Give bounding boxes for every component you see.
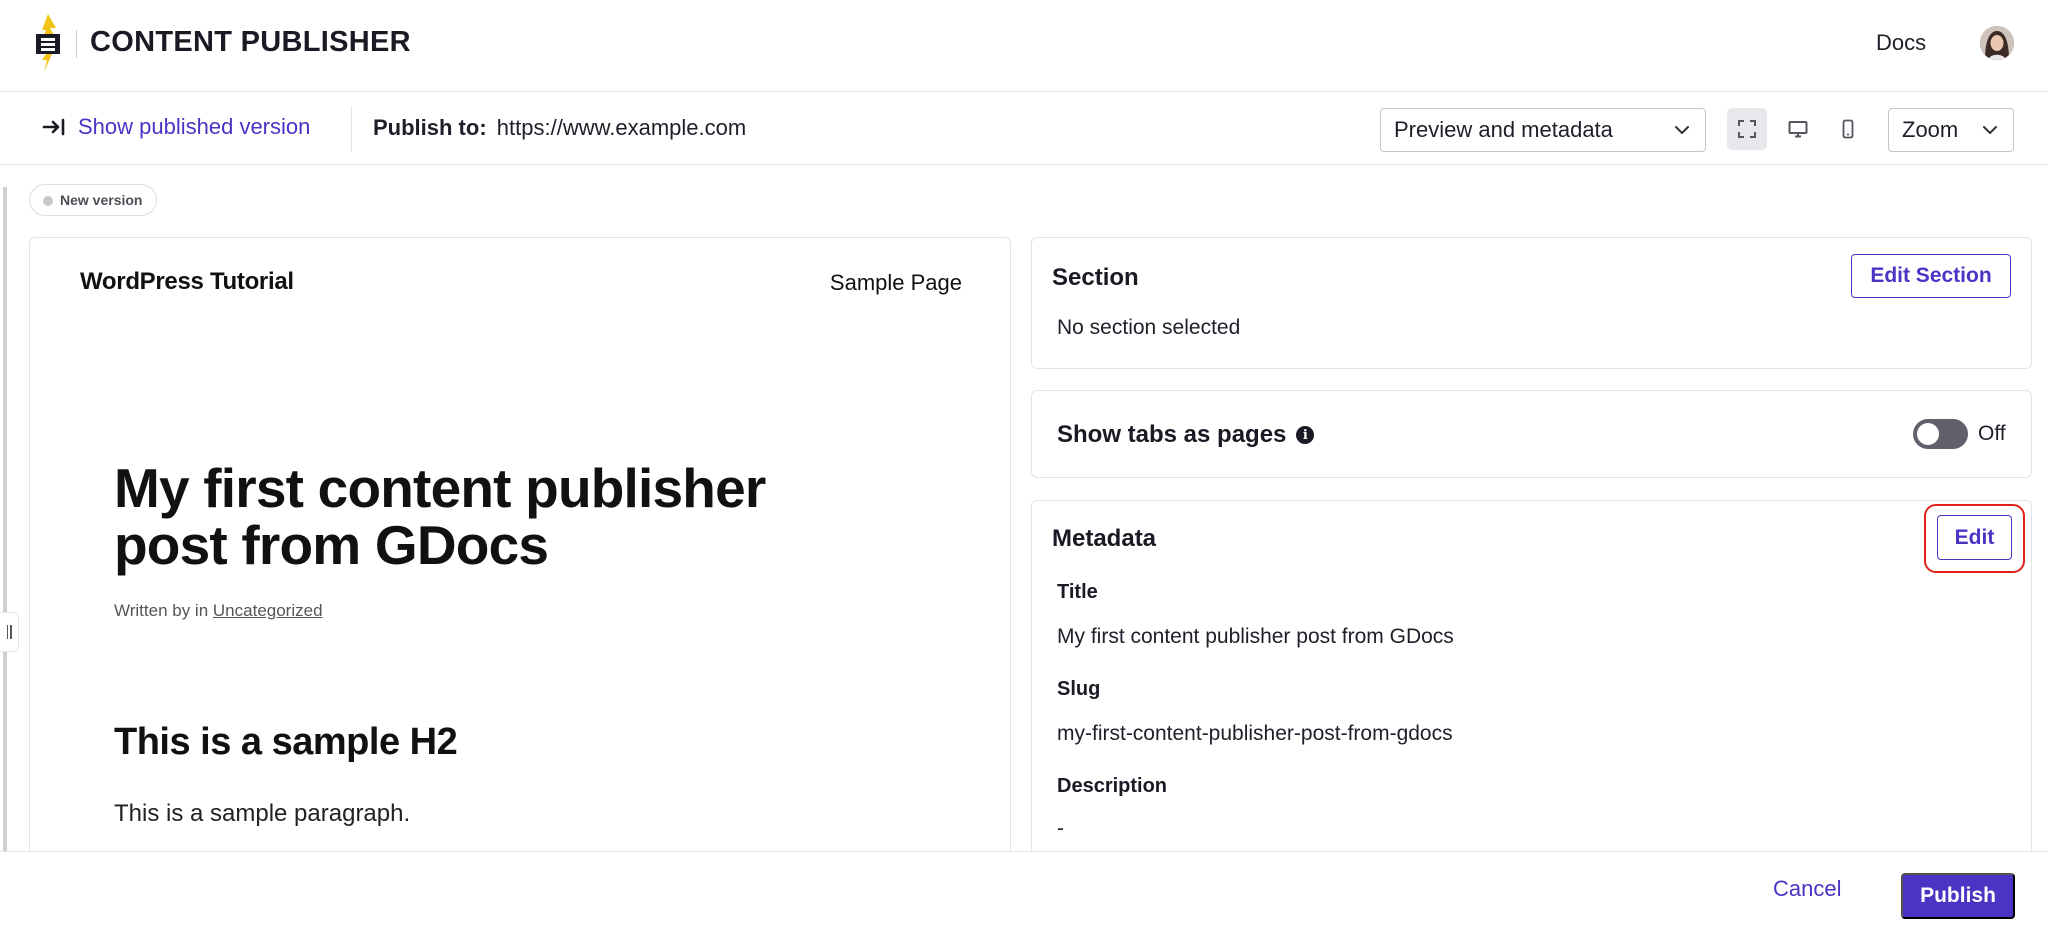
show-published-version-button[interactable]: Show published version <box>42 114 310 140</box>
post-meta-prefix: Written by in <box>114 601 209 620</box>
user-avatar-icon <box>1980 26 2014 60</box>
edit-section-button[interactable]: Edit Section <box>1851 254 2011 298</box>
panel-collapse-handle[interactable] <box>0 612 19 652</box>
edit-metadata-button[interactable]: Edit <box>1937 515 2012 560</box>
tabs-as-pages-toggle[interactable] <box>1913 419 1968 449</box>
action-bar: Cancel Publish <box>0 851 2048 937</box>
tabs-as-pages-text: Show tabs as pages <box>1057 421 1287 448</box>
desktop-icon <box>1788 121 1808 138</box>
publish-to-label: Publish to: <box>373 115 487 140</box>
grip-line <box>10 625 12 639</box>
view-mode-value: Preview and metadata <box>1394 117 1613 142</box>
desktop-view-button[interactable] <box>1778 108 1818 150</box>
chevron-down-icon <box>1983 126 1997 134</box>
avatar[interactable] <box>1980 26 2014 60</box>
toolbar: Show published version Publish to: https… <box>0 93 2048 165</box>
tabs-as-pages-label: Show tabs as pages i <box>1057 421 1315 449</box>
mobile-icon <box>1842 119 1854 139</box>
lightning-logo-icon[interactable] <box>34 14 64 72</box>
publish-to-url: https://www.example.com <box>496 115 747 140</box>
metadata-title-value: My first content publisher post from GDo… <box>1057 625 1454 648</box>
post-preview-pane: WordPress Tutorial Sample Page My first … <box>29 237 1011 857</box>
chevron-down-icon <box>1675 126 1689 134</box>
fullscreen-icon <box>1738 120 1756 138</box>
site-title[interactable]: WordPress Tutorial <box>80 268 294 296</box>
app-title: CONTENT PUBLISHER <box>90 26 411 58</box>
info-icon[interactable]: i <box>1296 426 1315 444</box>
metadata-description-value: - <box>1057 817 1064 840</box>
toolbar-divider <box>351 106 352 152</box>
mobile-view-button[interactable] <box>1828 108 1868 150</box>
no-section-text: No section selected <box>1057 316 1241 339</box>
view-mode-select[interactable]: Preview and metadata <box>1380 108 1706 152</box>
toggle-state-label: Off <box>1978 422 2006 445</box>
tabs-as-pages-card: Show tabs as pages i Off <box>1031 390 2032 478</box>
logo-divider <box>76 30 77 58</box>
metadata-card: Metadata Edit Title My first content pub… <box>1031 500 2032 860</box>
section-card-title: Section <box>1052 264 1139 291</box>
grip-line <box>6 625 8 639</box>
post-title: My first content publisher post from GDo… <box>114 457 766 576</box>
cancel-button[interactable]: Cancel <box>1773 876 1841 902</box>
app-header: CONTENT PUBLISHER Docs <box>0 0 2048 92</box>
publish-button[interactable]: Publish <box>1901 873 2015 919</box>
section-card: Section Edit Section No section selected <box>1031 237 2032 369</box>
left-panel-rule <box>3 187 7 851</box>
docs-link[interactable]: Docs <box>1876 30 1926 56</box>
metadata-slug-value: my-first-content-publisher-post-from-gdo… <box>1057 722 1453 745</box>
zoom-value: Zoom <box>1902 117 1959 142</box>
publish-to: Publish to: https://www.example.com <box>373 115 746 141</box>
metadata-description-label: Description <box>1057 775 1168 797</box>
post-heading-h2: This is a sample H2 <box>114 721 458 763</box>
post-meta: Written by in Uncategorized <box>114 601 323 621</box>
arrow-to-line-icon <box>42 118 65 136</box>
show-published-label: Show published version <box>78 114 311 139</box>
fullscreen-view-button[interactable] <box>1727 108 1767 150</box>
version-status-badge: New version <box>29 184 158 216</box>
metadata-card-title: Metadata <box>1052 525 1157 552</box>
site-nav-sample-page[interactable]: Sample Page <box>830 270 962 296</box>
post-paragraph: This is a sample paragraph. <box>114 800 411 827</box>
zoom-select[interactable]: Zoom <box>1888 108 2014 152</box>
metadata-slug-label: Slug <box>1057 678 1101 700</box>
post-category-link[interactable]: Uncategorized <box>213 601 323 620</box>
metadata-title-label: Title <box>1057 581 1098 603</box>
